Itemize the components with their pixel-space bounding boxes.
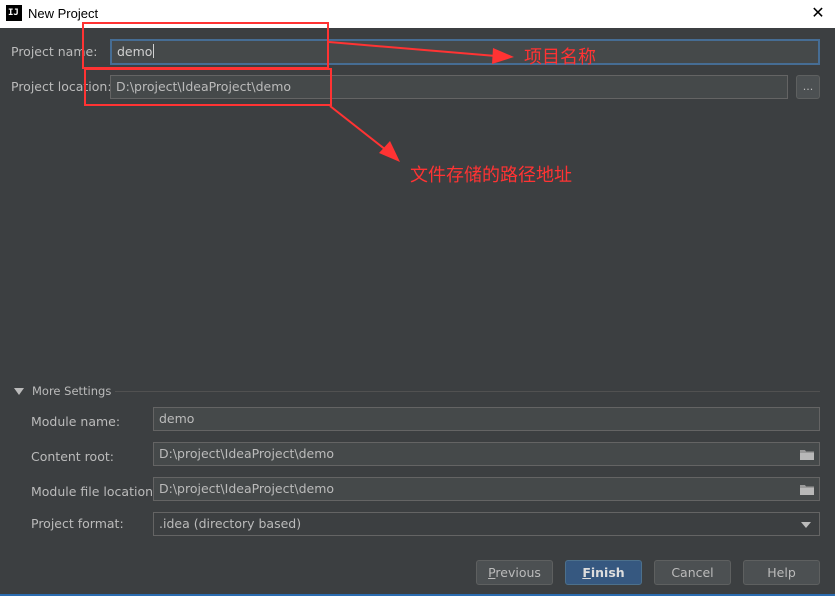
module-name-label: Module name:: [31, 414, 121, 429]
finish-button[interactable]: Finish: [565, 560, 642, 585]
module-name-input[interactable]: demo: [153, 407, 820, 431]
annotation-text-name: 项目名称: [524, 47, 596, 68]
previous-button[interactable]: Previous: [476, 560, 553, 585]
content-root-value: D:\project\IdeaProject\demo: [159, 446, 335, 461]
triangle-down-icon[interactable]: [14, 388, 24, 396]
module-file-location-value: D:\project\IdeaProject\demo: [159, 481, 335, 496]
section-divider: [115, 391, 820, 392]
project-format-select[interactable]: .idea (directory based): [153, 512, 820, 536]
annotation-arrows: [328, 41, 514, 162]
module-file-location-label: Module file location:: [31, 484, 158, 499]
content-root-label: Content root:: [31, 449, 114, 464]
folder-icon[interactable]: [800, 449, 814, 460]
annotation-text-location: 文件存储的路径地址: [410, 165, 572, 186]
more-settings-toggle[interactable]: More Settings: [32, 384, 111, 398]
finish-mnemonic: F: [582, 565, 591, 580]
annotation-arrow-name: [328, 41, 514, 64]
project-format-value: .idea (directory based): [159, 516, 302, 531]
cancel-button[interactable]: Cancel: [654, 560, 731, 585]
folder-icon[interactable]: [800, 484, 814, 495]
module-name-value: demo: [159, 411, 195, 426]
previous-label: revious: [495, 565, 541, 580]
module-file-location-input[interactable]: D:\project\IdeaProject\demo: [153, 477, 820, 501]
project-format-label: Project format:: [31, 516, 124, 531]
finish-label: inish: [590, 565, 625, 580]
help-button[interactable]: Help: [743, 560, 820, 585]
content-root-input[interactable]: D:\project\IdeaProject\demo: [153, 442, 820, 466]
chevron-down-icon: [801, 522, 811, 528]
annotation-arrow-location: [329, 105, 400, 162]
